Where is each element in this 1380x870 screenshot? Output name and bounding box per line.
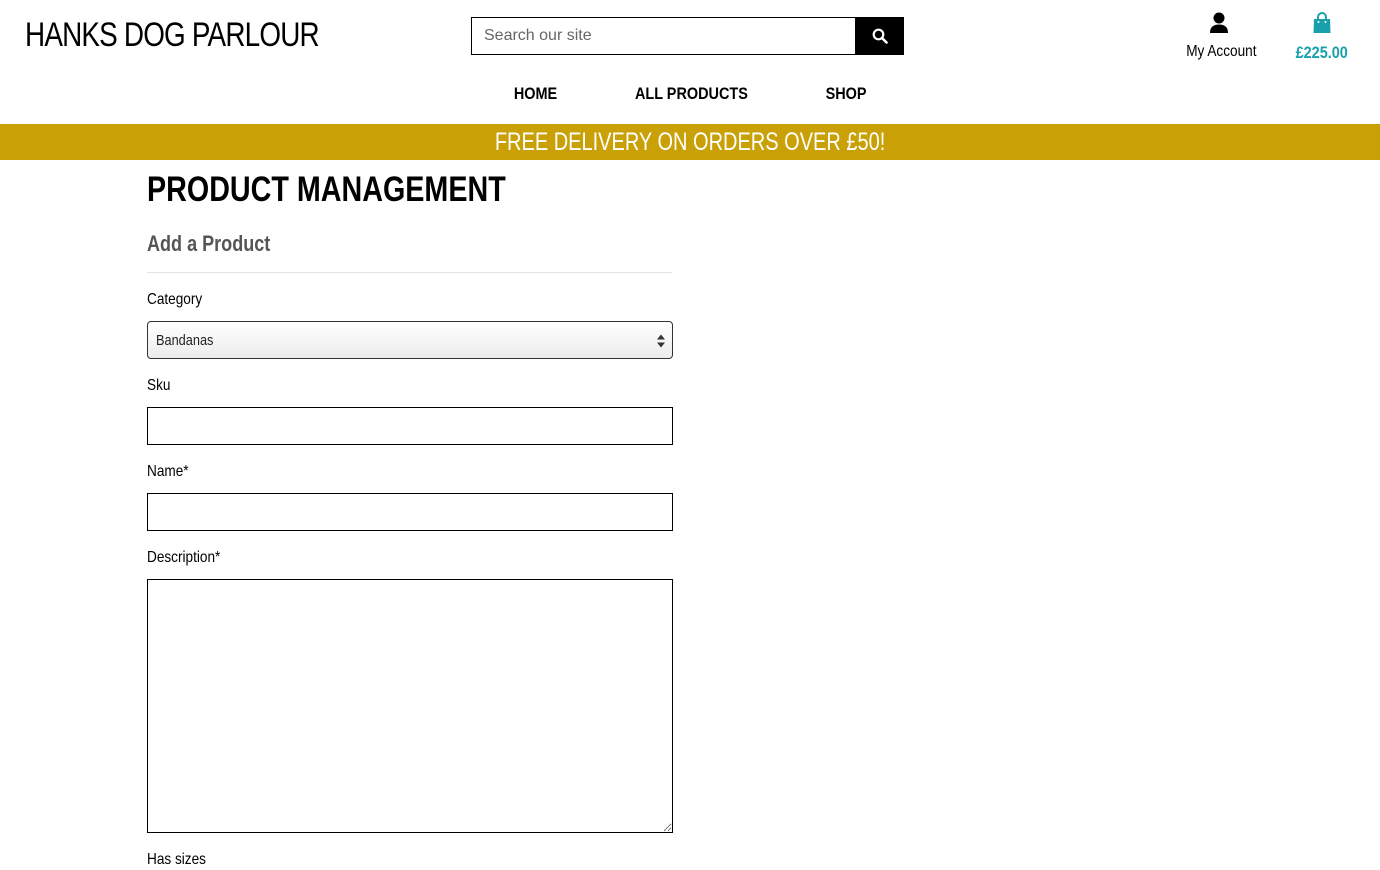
search-input[interactable] xyxy=(471,17,855,55)
sku-label: Sku xyxy=(147,377,171,394)
page-subtitle: Add a Product xyxy=(147,231,271,256)
category-select-value: Bandanas xyxy=(156,331,214,349)
page-title: PRODUCT MANAGEMENT xyxy=(147,170,506,209)
description-textarea[interactable] xyxy=(147,579,673,833)
has-sizes-label: Has sizes xyxy=(147,851,206,868)
nav-item-all-products[interactable]: ALL PRODUCTS xyxy=(635,84,748,104)
my-account-link[interactable]: My Account xyxy=(1180,12,1258,61)
brand-logo-text[interactable]: HANKS DOG PARLOUR xyxy=(25,16,320,55)
main-nav: HOME ALL PRODUCTS SHOP xyxy=(0,84,1380,104)
search-icon xyxy=(872,28,888,44)
nav-item-shop[interactable]: SHOP xyxy=(825,84,866,104)
search-form xyxy=(471,17,904,55)
divider xyxy=(147,272,672,273)
shopping-bag-link[interactable]: £225.00 xyxy=(1288,12,1356,63)
description-label: Description* xyxy=(147,549,221,566)
nav-item-home[interactable]: HOME xyxy=(514,84,557,104)
name-input[interactable] xyxy=(147,493,673,531)
delivery-banner: FREE DELIVERY ON ORDERS OVER £50! xyxy=(0,124,1380,160)
category-select[interactable]: Bandanas xyxy=(147,321,673,359)
category-label: Category xyxy=(147,291,203,308)
sku-input[interactable] xyxy=(147,407,673,445)
delivery-banner-text: FREE DELIVERY ON ORDERS OVER £50! xyxy=(494,127,886,156)
user-icon xyxy=(1210,12,1228,33)
shopping-bag-icon xyxy=(1313,12,1331,33)
select-arrows-icon xyxy=(657,334,665,348)
bag-total: £225.00 xyxy=(1295,43,1349,62)
my-account-label: My Account xyxy=(1186,43,1257,60)
search-button[interactable] xyxy=(855,17,904,55)
name-label: Name* xyxy=(147,463,189,480)
